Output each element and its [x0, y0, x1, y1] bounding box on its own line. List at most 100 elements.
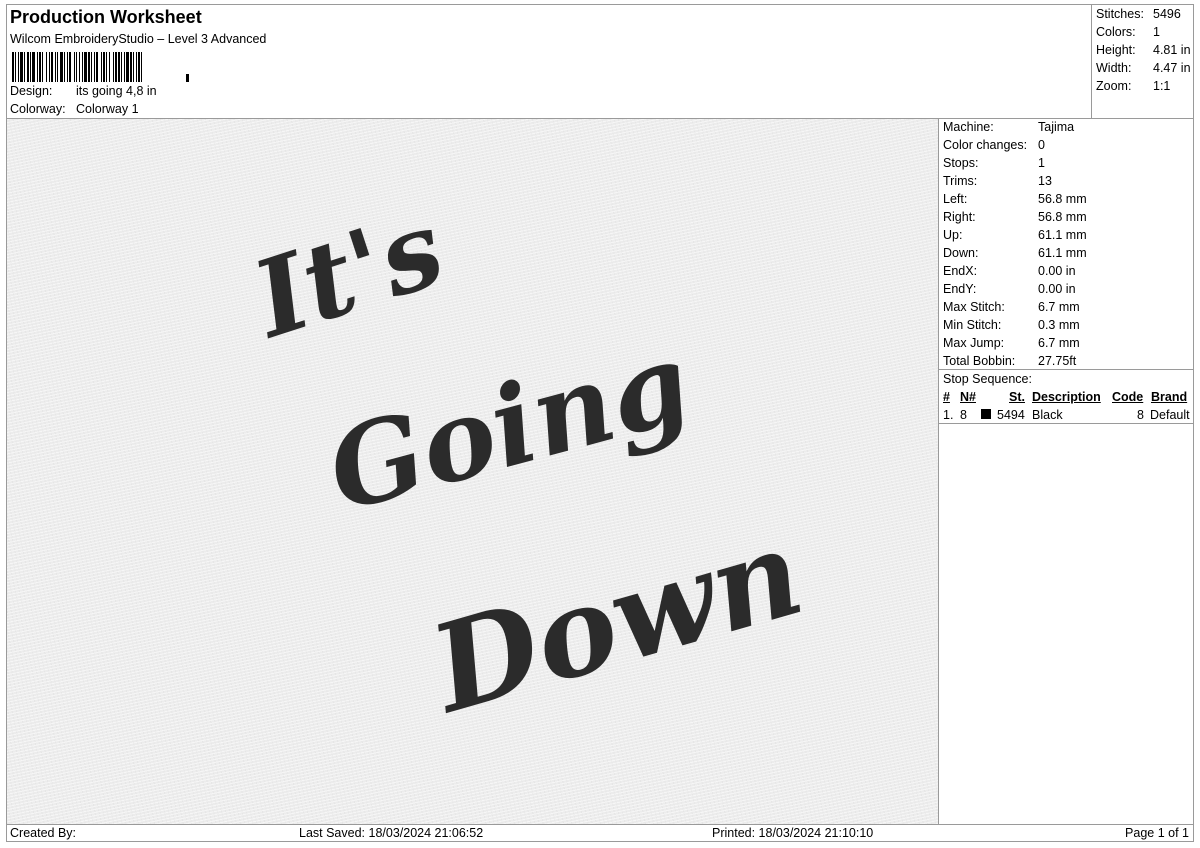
col-header-code: Code	[1112, 390, 1144, 404]
barcode-bar	[67, 52, 68, 82]
machine-info-label: Left:	[943, 192, 968, 206]
machine-info-value: 56.8 mm	[1038, 210, 1087, 224]
barcode-bar	[12, 52, 14, 82]
barcode-bar	[42, 52, 43, 82]
row-description: Black	[1032, 408, 1063, 422]
machine-info-value: 61.1 mm	[1038, 246, 1087, 260]
barcode-bar	[138, 52, 140, 82]
stats-panel: Stitches: 5496 Colors: 1 Height: 4.81 in Wi…	[1091, 4, 1194, 119]
barcode-bar	[91, 52, 92, 82]
row-code: 8	[1137, 408, 1144, 422]
barcode-bar	[30, 52, 31, 82]
barcode-bar	[106, 52, 107, 82]
barcode-bar	[79, 52, 80, 82]
barcode-bar	[136, 52, 137, 82]
col-header-brand: Brand	[1151, 390, 1188, 404]
machine-info-row: Down: 61.1 mm	[943, 246, 1087, 260]
col-header-num: #	[943, 390, 950, 404]
machine-info-label: Right:	[943, 210, 976, 224]
created-by: Created By:	[10, 826, 77, 840]
barcode-bar	[60, 52, 63, 82]
worksheet-header: Production Worksheet Wilcom EmbroiderySt…	[6, 4, 1194, 119]
barcode-bar	[118, 52, 120, 82]
divider	[939, 423, 1193, 424]
machine-info-label: Min Stitch:	[943, 318, 1002, 332]
barcode-bar	[103, 52, 105, 82]
stat-label: Zoom:	[1096, 79, 1132, 93]
machine-info-row: Max Jump: 6.7 mm	[943, 336, 1080, 350]
machine-info-row: Max Stitch: 6.7 mm	[943, 300, 1080, 314]
machine-info-value: 1	[1038, 156, 1045, 170]
stat-row: Stitches: 5496	[1096, 7, 1181, 21]
barcode-bar	[141, 52, 142, 82]
stat-value: 1	[1153, 25, 1160, 39]
machine-info-value: 0	[1038, 138, 1045, 152]
barcode-bar	[101, 52, 102, 82]
row-st: 5494	[997, 408, 1025, 422]
row-num: 1.	[943, 408, 954, 422]
machine-info-value: 0.00 in	[1038, 282, 1076, 296]
machine-info-label: Machine:	[943, 120, 994, 134]
row-n: 8	[960, 408, 967, 422]
worksheet-footer: Created By: Last Saved: 18/03/2024 21:06…	[6, 824, 1194, 842]
stat-label: Height:	[1096, 43, 1136, 57]
machine-info-label: Down:	[943, 246, 979, 260]
machine-info-value: 0.00 in	[1038, 264, 1076, 278]
machine-info-value: 6.7 mm	[1038, 336, 1080, 350]
barcode-bar	[55, 52, 56, 82]
machine-info-label: Max Jump:	[943, 336, 1005, 350]
stat-row: Height: 4.81 in	[1096, 43, 1191, 57]
colorway-row: Colorway: Colorway 1	[10, 102, 139, 116]
stat-label: Width:	[1096, 61, 1132, 75]
stat-value: 4.47 in	[1153, 61, 1191, 75]
stat-row: Width: 4.47 in	[1096, 61, 1191, 75]
machine-info-value: 0.3 mm	[1038, 318, 1080, 332]
stat-label: Colors:	[1096, 25, 1136, 39]
barcode-bar	[64, 52, 65, 82]
barcode-bar	[88, 52, 90, 82]
barcode-bar	[84, 52, 87, 82]
barcode-bar	[32, 52, 35, 82]
design-value: its going 4,8 in	[76, 84, 157, 98]
barcode-bar	[82, 52, 83, 82]
barcode-bar	[37, 52, 38, 82]
design-line-2: Going	[315, 317, 702, 536]
barcode-bar	[49, 52, 50, 82]
barcode-bar	[69, 52, 71, 82]
barcode-bar	[57, 52, 58, 82]
machine-info-panel: Machine: Tajima Color changes: 0 Stops: 1 Trim…	[938, 118, 1194, 825]
machine-info-row: Stops: 1	[943, 156, 1045, 170]
stat-row: Colors: 1	[1096, 25, 1160, 39]
barcode-bar	[121, 52, 122, 82]
barcode-bar	[133, 52, 134, 82]
embroidery-design: It's Going Down	[237, 185, 817, 742]
software-name: Wilcom EmbroideryStudio – Level 3 Advanc…	[10, 32, 267, 46]
colorway-label: Colorway:	[10, 102, 66, 116]
page-number: Page 1 of 1	[1125, 826, 1189, 840]
machine-info-row: Up: 61.1 mm	[943, 228, 1087, 242]
printed-date: Printed: 18/03/2024 21:10:10	[712, 826, 874, 840]
divider	[939, 369, 1193, 370]
color-swatch	[981, 409, 991, 419]
machine-info-label: EndX:	[943, 264, 978, 278]
row-brand: Default	[1150, 408, 1190, 422]
colorway-value: Colorway 1	[76, 102, 139, 116]
machine-info-label: Max Stitch:	[943, 300, 1005, 314]
machine-info-label: EndY:	[943, 282, 977, 296]
barcode-bar	[124, 52, 125, 82]
last-saved: Last Saved: 18/03/2024 21:06:52	[299, 826, 484, 840]
barcode-comma	[186, 74, 189, 82]
barcode-bar	[109, 52, 110, 82]
machine-info-row: Total Bobbin: 27.75ft	[943, 354, 1076, 368]
barcode-bar	[20, 52, 23, 82]
col-header-n: N#	[960, 390, 976, 404]
barcode-bar	[39, 52, 41, 82]
machine-info-label: Color changes:	[943, 138, 1028, 152]
design-line-3: Down	[415, 502, 817, 742]
barcode-bar	[126, 52, 129, 82]
machine-info-row: Left: 56.8 mm	[943, 192, 1087, 206]
machine-info-row: Min Stitch: 0.3 mm	[943, 318, 1080, 332]
machine-info-value: 6.7 mm	[1038, 300, 1080, 314]
machine-info-label: Up:	[943, 228, 963, 242]
machine-info-row: Color changes: 0	[943, 138, 1045, 152]
